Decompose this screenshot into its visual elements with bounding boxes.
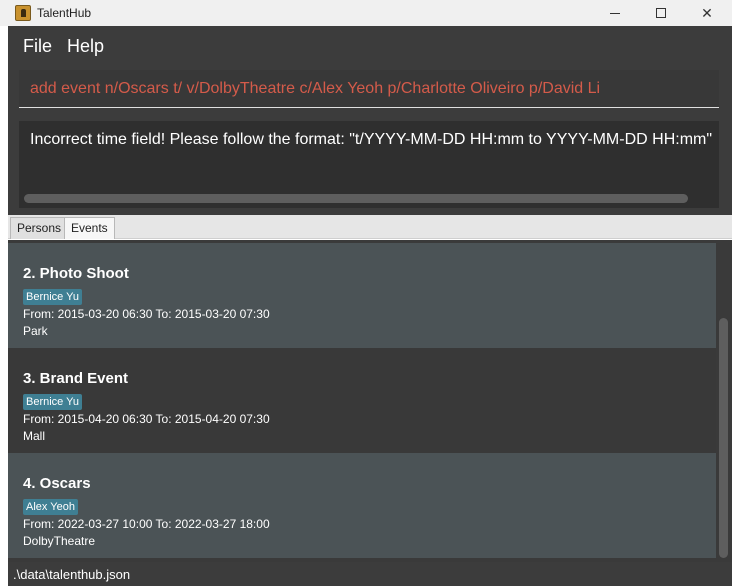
- maximize-button[interactable]: [638, 0, 684, 26]
- event-time: From: 2015-04-20 06:30 To: 2015-04-20 07…: [23, 412, 270, 426]
- minimize-button[interactable]: [592, 0, 638, 26]
- status-bar: .\data\talenthub.json: [8, 562, 732, 586]
- data-file-path: .\data\talenthub.json: [13, 567, 131, 582]
- close-icon: ✕: [701, 4, 713, 21]
- result-message: Incorrect time field! Please follow the …: [30, 131, 713, 148]
- event-card[interactable]: 4. Oscars Alex Yeoh From: 2022-03-27 10:…: [8, 453, 716, 558]
- event-venue: Mall: [23, 429, 46, 443]
- window-left-edge: [0, 26, 8, 586]
- event-list-vertical-scrollbar[interactable]: [719, 318, 728, 558]
- tab-events[interactable]: Events: [64, 217, 115, 239]
- event-title: 2. Photo Shoot: [23, 265, 129, 282]
- event-venue: Park: [23, 324, 48, 338]
- command-input[interactable]: add event n/Oscars t/ v/DolbyTheatre c/A…: [19, 70, 719, 108]
- event-title: 4. Oscars: [23, 475, 91, 492]
- event-card[interactable]: 2. Photo Shoot Bernice Yu From: 2015-03-…: [8, 243, 716, 348]
- event-list: 2. Photo Shoot Bernice Yu From: 2015-03-…: [8, 240, 732, 562]
- command-input-value: add event n/Oscars t/ v/DolbyTheatre c/A…: [30, 80, 601, 97]
- maximize-icon: [656, 8, 666, 18]
- minimize-icon: [610, 12, 620, 14]
- app-icon: [15, 5, 31, 21]
- result-horizontal-scrollbar[interactable]: [24, 194, 688, 203]
- event-time: From: 2022-03-27 10:00 To: 2022-03-27 18…: [23, 517, 270, 531]
- menu-help[interactable]: Help: [67, 36, 104, 57]
- title-bar: TalentHub ✕: [0, 0, 732, 26]
- event-venue: DolbyTheatre: [23, 534, 96, 548]
- event-card[interactable]: 3. Brand Event Bernice Yu From: 2015-04-…: [8, 348, 716, 453]
- contact-tag: Bernice Yu: [23, 394, 83, 410]
- menu-file[interactable]: File: [23, 36, 52, 57]
- tab-persons[interactable]: Persons: [10, 217, 69, 239]
- window-title: TalentHub: [37, 6, 92, 20]
- event-title: 3. Brand Event: [23, 370, 129, 387]
- event-time: From: 2015-03-20 06:30 To: 2015-03-20 07…: [23, 307, 270, 321]
- close-button[interactable]: ✕: [684, 0, 730, 26]
- tab-bar: Persons Events: [8, 215, 732, 239]
- contact-tag: Alex Yeoh: [23, 499, 78, 515]
- contact-tag: Bernice Yu: [23, 289, 83, 305]
- result-display: Incorrect time field! Please follow the …: [19, 121, 719, 208]
